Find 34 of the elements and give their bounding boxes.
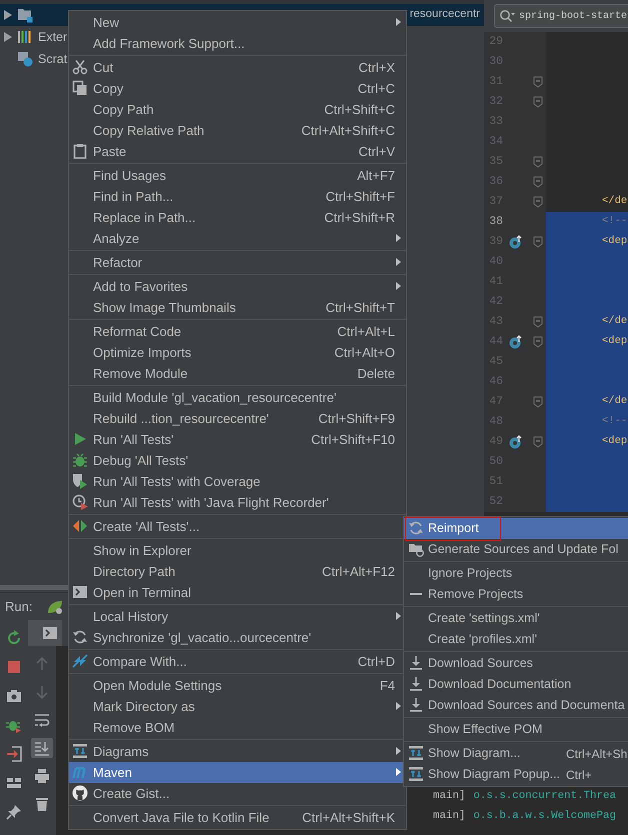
shortcut-text: Ctrl+V	[358, 142, 395, 161]
code-text: </de	[602, 194, 628, 210]
code-text: </de	[602, 394, 628, 410]
logger-text: o.s.b.a.w.s.WelcomePag	[473, 808, 616, 824]
shortcut-text: Ctrl+Alt+Sh	[566, 746, 628, 762]
shortcut-text: Ctrl+Shift+T	[324, 298, 395, 317]
code-text: <!--	[602, 414, 628, 430]
shortcut-text: Ctrl+Shift+C	[323, 100, 395, 119]
shortcut-text: Ctrl+Alt+F12	[321, 562, 395, 581]
code-text: <dep	[602, 434, 628, 450]
shortcut-text: Alt+F7	[356, 166, 395, 185]
thread-text: main]	[433, 808, 466, 824]
shortcut-text: Ctrl+	[566, 766, 592, 784]
panel-title: Run:	[5, 598, 32, 616]
shortcut-text: Ctrl+C	[356, 80, 395, 98]
shortcut-text: Ctrl+Alt+O	[333, 344, 395, 362]
shortcut-text: Ctrl+Alt+L	[336, 322, 395, 341]
shortcut-text: Ctrl+Shift+R	[323, 208, 395, 227]
shortcut-text: F4	[378, 676, 395, 695]
shortcut-text: Delete	[356, 364, 395, 383]
code-text: <!--	[602, 214, 628, 230]
thread-text: main]	[433, 788, 466, 804]
shortcut-text: Ctrl+Shift+F9	[317, 410, 395, 428]
code-text: <dep	[602, 234, 628, 250]
logger-text: o.s.s.concurrent.Threa	[473, 788, 616, 804]
code-text: <dep	[602, 334, 628, 350]
shortcut-text: Ctrl+Alt+Shift+C	[300, 122, 395, 140]
shortcut-text: Ctrl+D	[356, 652, 395, 671]
code-text: </de	[602, 314, 628, 330]
shortcut-text: Ctrl+X	[358, 58, 395, 77]
shortcut-text: Ctrl+Shift+F	[324, 188, 395, 206]
shortcut-text: Ctrl+Shift+F10	[310, 430, 395, 449]
line-number: 38	[488, 214, 503, 230]
shortcut-text: Ctrl+Alt+Shift+K	[301, 808, 395, 827]
